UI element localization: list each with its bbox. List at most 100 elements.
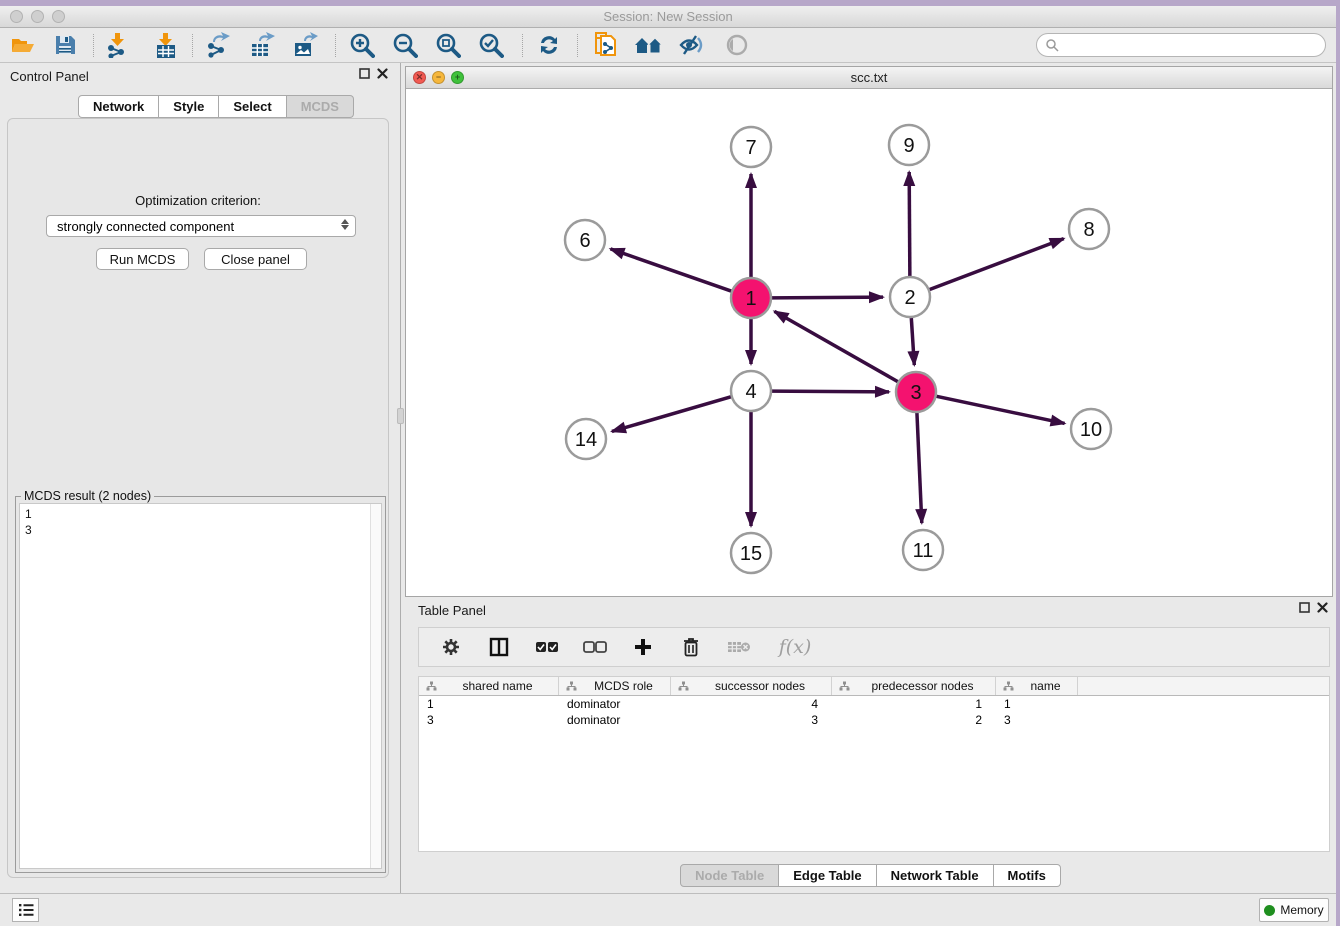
edge-2-8[interactable]	[930, 239, 1064, 290]
control-panel-tabs: NetworkStyleSelectMCDS	[78, 95, 354, 118]
graph-node-8[interactable]: 8	[1069, 209, 1109, 249]
table-cell[interactable]: 2	[832, 712, 996, 728]
gear-button[interactable]	[437, 633, 465, 661]
graph-node-11[interactable]: 11	[903, 530, 943, 570]
table-cell[interactable]: 1	[996, 696, 1078, 712]
edge-3-11[interactable]	[917, 413, 922, 523]
table-row[interactable]: 1dominator411	[419, 696, 1329, 712]
search-icon	[1045, 38, 1059, 52]
edge-4-3[interactable]	[772, 391, 889, 392]
tab-style[interactable]: Style	[159, 95, 219, 118]
table-cell[interactable]: 3	[996, 712, 1078, 728]
edge-4-14[interactable]	[612, 397, 731, 432]
edge-3-10[interactable]	[937, 396, 1065, 423]
close-panel-button[interactable]: Close panel	[204, 248, 307, 270]
zoom-in-button[interactable]	[344, 30, 380, 60]
network-graph[interactable]: 7 9 6 8 1 2 4 3 14 10 15 11	[406, 89, 1332, 596]
tab-edge-table[interactable]: Edge Table	[779, 864, 876, 887]
edge-3-1[interactable]	[774, 311, 897, 381]
first-neighbors-button[interactable]	[631, 30, 667, 60]
panel-splitter[interactable]	[396, 63, 405, 893]
graph-node-15[interactable]: 15	[731, 533, 771, 573]
export-table-button[interactable]	[244, 30, 280, 60]
save-session-button[interactable]	[47, 30, 83, 60]
column-header-predecessor-nodes[interactable]: predecessor nodes	[832, 677, 996, 695]
graph-node-6[interactable]: 6	[565, 220, 605, 260]
column-header-shared-name[interactable]: shared name	[419, 677, 559, 695]
tab-network-table[interactable]: Network Table	[877, 864, 994, 887]
mcds-result-textarea[interactable]: 1 3	[19, 503, 382, 869]
table-header-row: shared nameMCDS rolesuccessor nodesprede…	[419, 677, 1329, 696]
table-cell[interactable]: dominator	[559, 712, 671, 728]
memory-button[interactable]: Memory	[1259, 898, 1329, 922]
show-all-icon	[724, 33, 750, 57]
import-network-button[interactable]	[100, 30, 136, 60]
network-window-titlebar[interactable]: ✕ − + scc.txt	[406, 67, 1332, 89]
show-all-button[interactable]	[719, 30, 755, 60]
close-panel-icon[interactable]	[377, 68, 388, 79]
graph-node-10[interactable]: 10	[1071, 409, 1111, 449]
table-cell[interactable]: 1	[832, 696, 996, 712]
graph-node-14[interactable]: 14	[566, 419, 606, 459]
table-cell[interactable]: 4	[671, 696, 832, 712]
table-row[interactable]: 3dominator323	[419, 712, 1329, 728]
edge-2-3[interactable]	[911, 318, 914, 365]
zoom-selected-button[interactable]	[473, 30, 509, 60]
result-scrollbar[interactable]	[370, 504, 381, 868]
function-builder-button[interactable]: f(x)	[773, 633, 817, 661]
zoom-out-button[interactable]	[387, 30, 423, 60]
column-header-name[interactable]: name	[996, 677, 1078, 695]
column-header-successor-nodes[interactable]: successor nodes	[671, 677, 832, 695]
tab-motifs[interactable]: Motifs	[994, 864, 1061, 887]
deselect-all-button[interactable]	[581, 633, 609, 661]
float-panel-icon[interactable]	[359, 68, 370, 79]
tab-select[interactable]: Select	[219, 95, 286, 118]
run-mcds-button[interactable]: Run MCDS	[96, 248, 189, 270]
open-file-button[interactable]	[5, 30, 41, 60]
optimization-criterion-select[interactable]: strongly connected component	[46, 215, 356, 237]
export-image-button[interactable]	[287, 30, 323, 60]
graph-node-9[interactable]: 9	[889, 125, 929, 165]
toolbar-separator	[192, 34, 193, 57]
export-network-button[interactable]	[200, 30, 236, 60]
column-layout-button[interactable]	[485, 633, 513, 661]
add-column-button[interactable]	[629, 633, 657, 661]
close-panel-icon[interactable]	[1317, 602, 1328, 613]
import-table-button[interactable]	[148, 30, 184, 60]
tab-network[interactable]: Network	[78, 95, 159, 118]
refresh-layout-button[interactable]	[531, 30, 567, 60]
node-label: 11	[913, 540, 934, 562]
column-layout-icon	[489, 637, 509, 657]
search-input[interactable]	[1059, 36, 1325, 54]
table-panel: Table Panel	[405, 597, 1336, 893]
zoom-out-icon	[392, 32, 418, 58]
network-canvas[interactable]: 7 9 6 8 1 2 4 3 14 10 15 11	[406, 89, 1332, 596]
delete-column-button[interactable]	[677, 633, 705, 661]
optimization-criterion-label: Optimization criterion:	[8, 193, 388, 208]
delete-table-button[interactable]	[725, 633, 753, 661]
node-label: 14	[575, 429, 597, 451]
edge-2-9[interactable]	[909, 172, 910, 276]
graph-node-1[interactable]: 1	[731, 278, 771, 318]
graph-node-7[interactable]: 7	[731, 127, 771, 167]
edge-1-6[interactable]	[610, 249, 731, 291]
column-header-MCDS-role[interactable]: MCDS role	[559, 677, 671, 695]
graph-node-4[interactable]: 4	[731, 371, 771, 411]
graph-node-2[interactable]: 2	[890, 277, 930, 317]
tab-mcds[interactable]: MCDS	[287, 95, 354, 118]
task-history-button[interactable]	[12, 898, 39, 922]
select-all-button[interactable]	[533, 633, 561, 661]
splitter-handle[interactable]	[397, 408, 404, 424]
table-cell[interactable]: 1	[419, 696, 559, 712]
tab-node-table[interactable]: Node Table	[680, 864, 779, 887]
table-cell[interactable]: 3	[419, 712, 559, 728]
zoom-fit-button[interactable]	[430, 30, 466, 60]
hide-selected-button[interactable]	[674, 30, 710, 60]
node-label: 1	[745, 288, 756, 310]
float-panel-icon[interactable]	[1299, 602, 1310, 613]
graph-node-3[interactable]: 3	[896, 372, 936, 412]
clone-network-button[interactable]	[587, 30, 623, 60]
table-cell[interactable]: 3	[671, 712, 832, 728]
table-cell[interactable]: dominator	[559, 696, 671, 712]
edge-1-2[interactable]	[772, 297, 883, 298]
